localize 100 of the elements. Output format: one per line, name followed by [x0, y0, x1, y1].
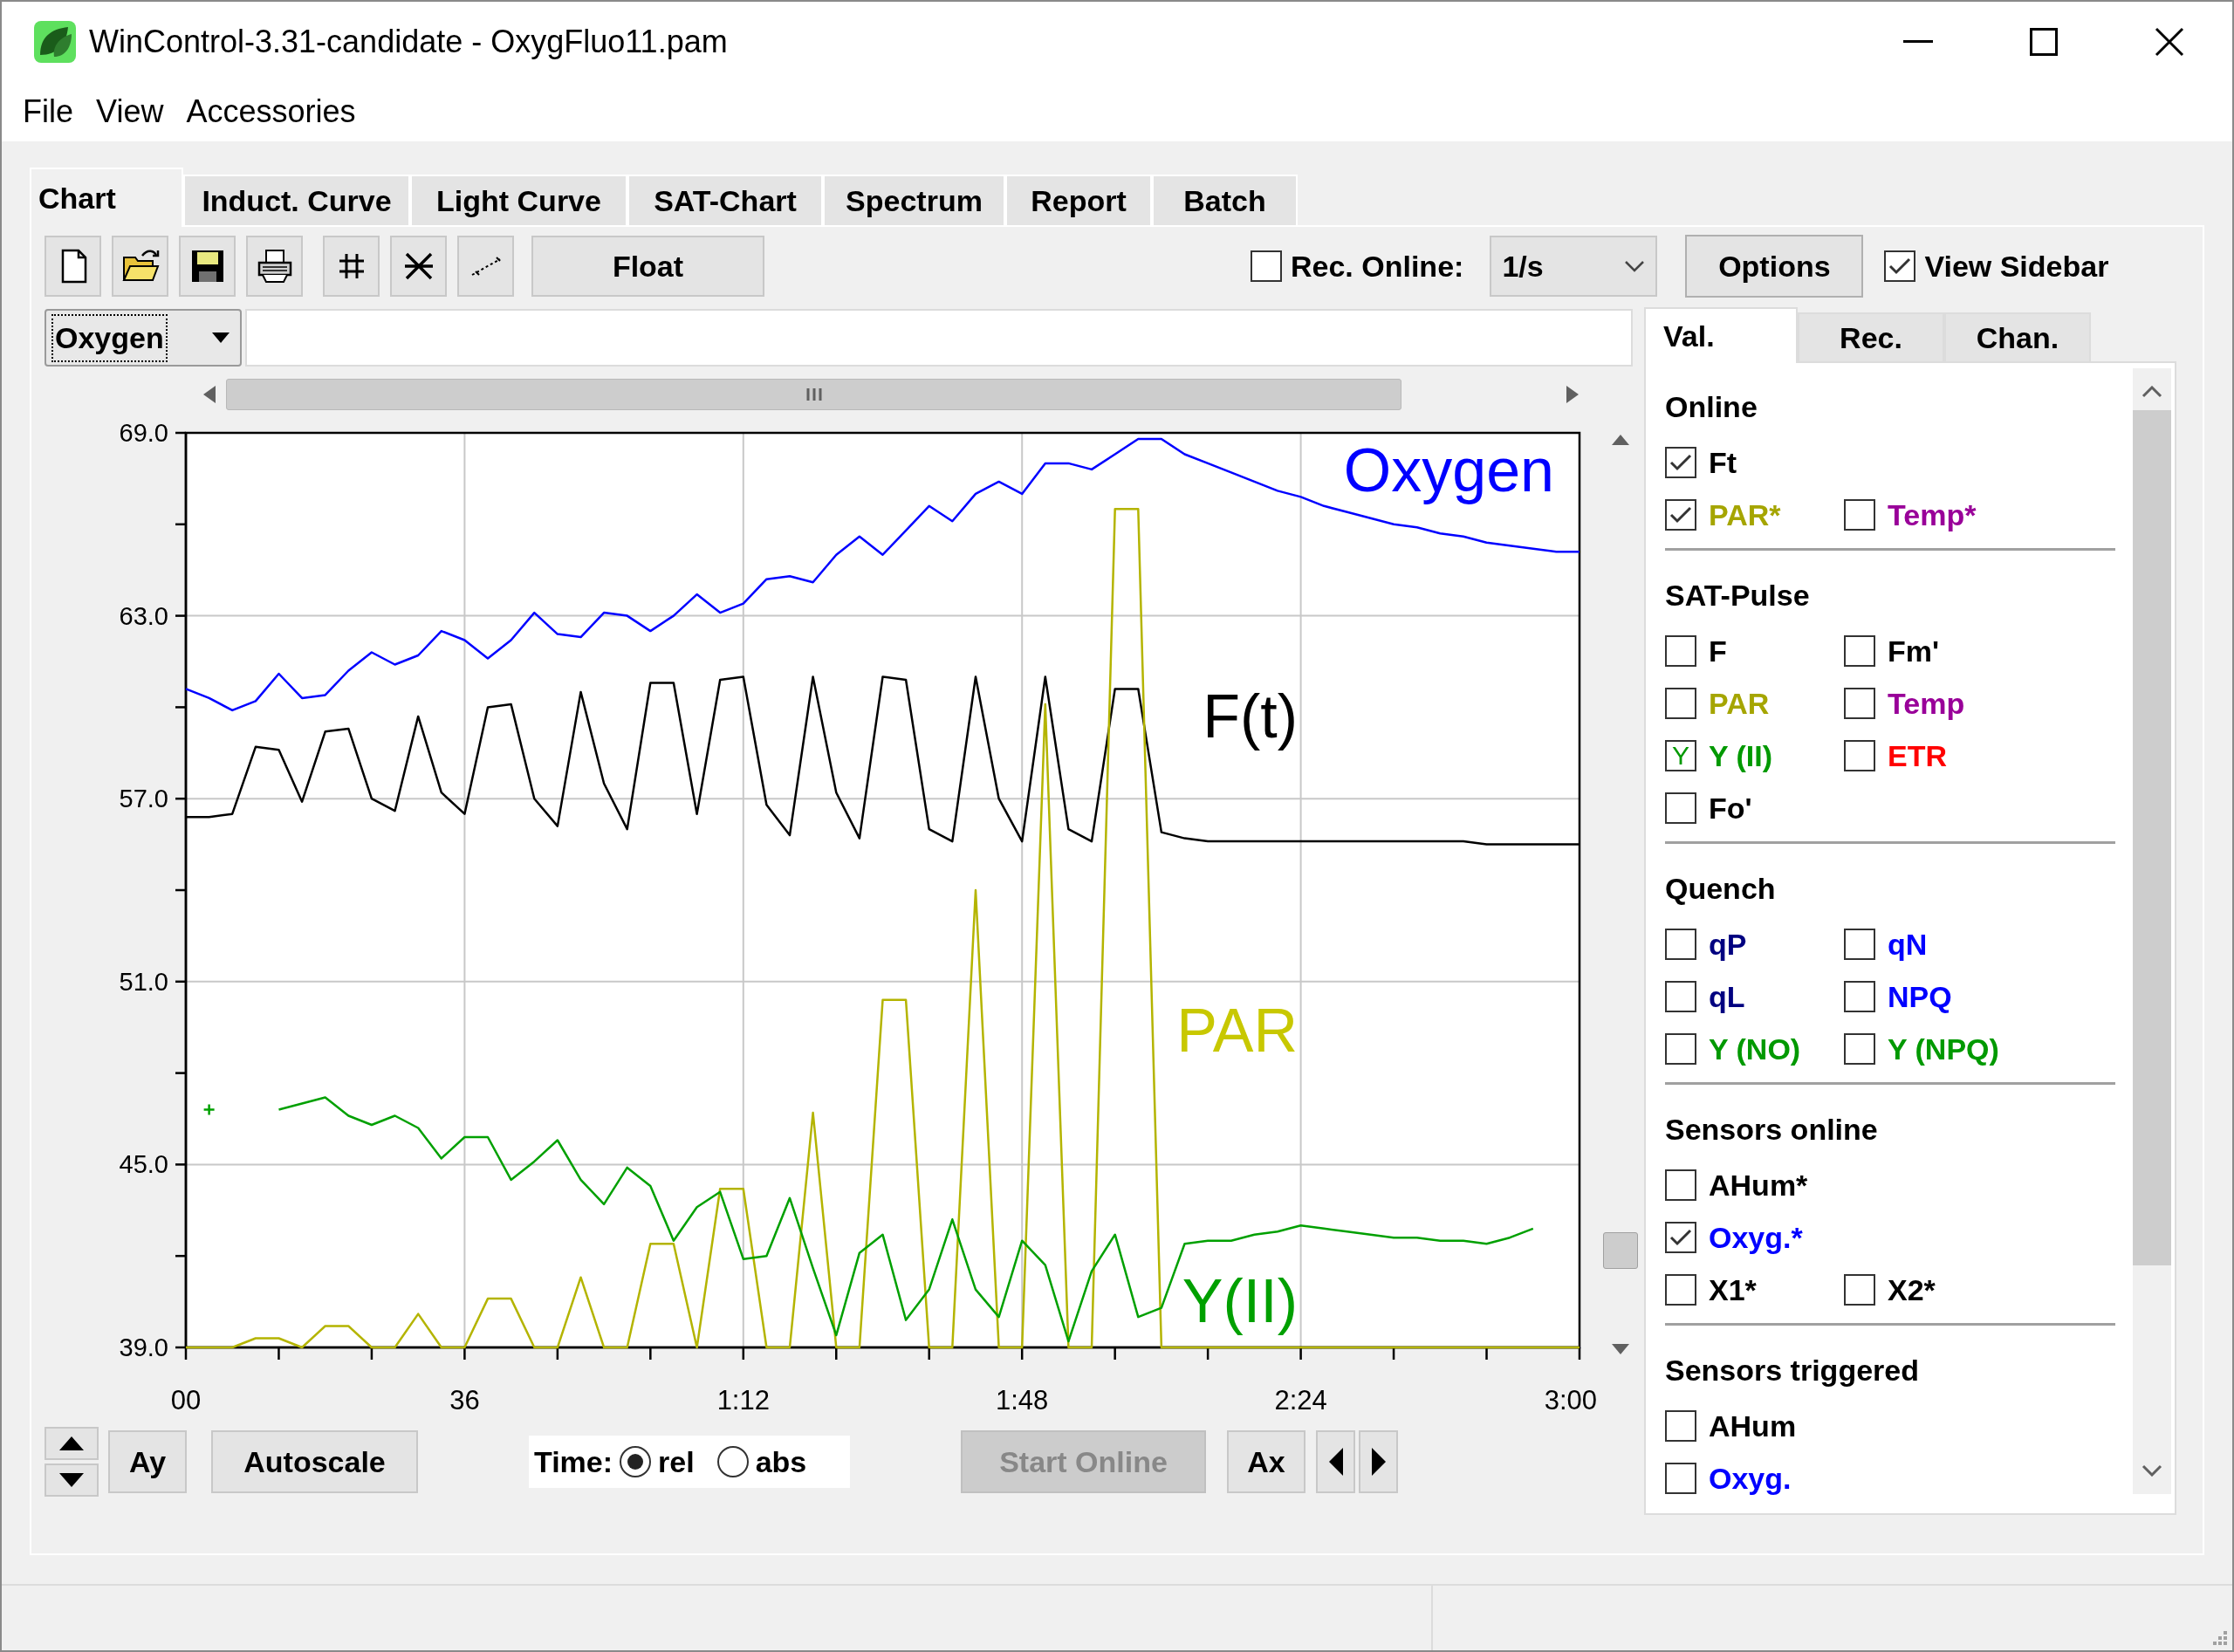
- checkbox-label: Oxyg.: [1709, 1460, 1792, 1497]
- scroll-left-button[interactable]: [1316, 1430, 1355, 1493]
- tab[interactable]: Rec.: [1798, 312, 1944, 361]
- grip-icon: [805, 388, 823, 401]
- radio-label: rel: [658, 1443, 695, 1480]
- checkbox[interactable]: [1665, 1169, 1696, 1201]
- checkbox[interactable]: [1665, 981, 1696, 1012]
- checkbox-label: View Sidebar: [1924, 248, 2109, 284]
- vertical-scrollbar[interactable]: [2133, 368, 2171, 1494]
- checkbox-label: Fo': [1709, 790, 1752, 826]
- tab[interactable]: Chan.: [1944, 312, 2091, 361]
- autoscale-button[interactable]: Autoscale: [211, 1430, 418, 1493]
- axis-label: 2:24: [1274, 1385, 1327, 1416]
- checkbox-label: qL: [1709, 978, 1745, 1015]
- checkbox[interactable]: [1844, 635, 1875, 667]
- toolbar-button[interactable]: [179, 236, 236, 297]
- checkbox[interactable]: [1665, 447, 1696, 478]
- checkbox-label: ETR: [1888, 737, 1947, 774]
- checkbox-label: qP: [1709, 926, 1747, 963]
- interval-dropdown[interactable]: 1/s: [1490, 236, 1658, 297]
- scrollbar-thumb[interactable]: [226, 379, 1401, 410]
- section-heading: Quench: [1665, 870, 1777, 907]
- scrollbar-thumb[interactable]: [2133, 410, 2171, 1265]
- checkbox[interactable]: [1844, 1274, 1875, 1306]
- checkbox[interactable]: [1844, 688, 1875, 719]
- checkbox[interactable]: [1665, 1463, 1696, 1494]
- triangle-down-icon: [58, 1471, 86, 1489]
- tab[interactable]: Report: [1005, 175, 1152, 225]
- checkbox[interactable]: [1665, 1274, 1696, 1306]
- tab[interactable]: Chart: [30, 168, 183, 227]
- checkbox[interactable]: [1665, 1033, 1696, 1065]
- triangle-up-icon: [58, 1435, 86, 1452]
- scroll-left-icon: [203, 386, 216, 403]
- tab[interactable]: Induct. Curve: [183, 175, 410, 225]
- checkbox-label: PAR: [1709, 685, 1770, 722]
- checkbox-label: Rec. Online:: [1291, 248, 1464, 284]
- scroll-up-icon: [1612, 435, 1629, 445]
- section-heading: Sensors online: [1665, 1111, 1879, 1148]
- ay-button[interactable]: Ay: [108, 1430, 187, 1493]
- ax-button[interactable]: Ax: [1227, 1430, 1305, 1493]
- toolbar-button[interactable]: [112, 236, 168, 297]
- options-button[interactable]: Options: [1685, 235, 1864, 298]
- radio-button[interactable]: [716, 1446, 749, 1477]
- checkbox-label: Fm': [1888, 633, 1940, 669]
- toolbar-button[interactable]: [45, 236, 101, 297]
- toolbar-button[interactable]: [390, 236, 447, 297]
- minimize-icon: [1903, 40, 1933, 44]
- checkbox[interactable]: [1665, 1222, 1696, 1253]
- checkbox-label: Y (II): [1709, 737, 1773, 774]
- checkbox-label: X2*: [1888, 1272, 1936, 1308]
- channel-dropdown[interactable]: Oxygen: [45, 309, 242, 367]
- menu-item[interactable]: Accessories: [184, 88, 358, 135]
- checkbox-label: NPQ: [1888, 978, 1952, 1015]
- checkbox-label: Ft: [1709, 444, 1737, 481]
- checkbox-label: Temp: [1888, 685, 1965, 722]
- toolbar-button[interactable]: [323, 236, 380, 297]
- checkbox[interactable]: [1665, 635, 1696, 667]
- radio-button[interactable]: [620, 1446, 652, 1477]
- menu-item[interactable]: File: [21, 88, 75, 135]
- series-label: Oxygen: [1343, 436, 1554, 504]
- checkbox[interactable]: [1844, 981, 1875, 1012]
- checkbox[interactable]: [1884, 250, 1916, 282]
- scrollbar-thumb[interactable]: [1603, 1232, 1638, 1269]
- scroll-up-icon: [2141, 386, 2162, 398]
- float-button[interactable]: Float: [531, 236, 764, 297]
- scale-down-button[interactable]: [45, 1463, 99, 1497]
- checkbox[interactable]: [1665, 499, 1696, 531]
- leaf-logo-icon: [33, 20, 77, 64]
- tab[interactable]: Spectrum: [823, 175, 1005, 225]
- tab[interactable]: Val.: [1644, 307, 1798, 363]
- tab[interactable]: Light Curve: [410, 175, 627, 225]
- caret-icon: [212, 332, 230, 343]
- checkbox[interactable]: [1844, 740, 1875, 771]
- checkmark-icon: [1669, 505, 1692, 524]
- checkbox-label: Temp*: [1888, 497, 1977, 533]
- tab[interactable]: SAT-Chart: [627, 175, 823, 225]
- checkbox[interactable]: [1665, 929, 1696, 960]
- series-label: F(t): [1203, 682, 1298, 751]
- scroll-right-button[interactable]: [1359, 1430, 1398, 1493]
- window-title: WinControl-3.31-candidate - OxygFluo11.pam: [89, 23, 728, 61]
- menu-item[interactable]: View: [94, 88, 166, 135]
- checkbox[interactable]: [1665, 1410, 1696, 1442]
- chart-title-field[interactable]: [245, 309, 1633, 367]
- checkbox[interactable]: [1665, 688, 1696, 719]
- checkbox[interactable]: [1844, 929, 1875, 960]
- checkbox[interactable]: [1665, 792, 1696, 824]
- checkbox-label: Y (NPQ): [1888, 1031, 1999, 1067]
- axis-label: 1:12: [716, 1385, 770, 1416]
- toolbar-button[interactable]: [246, 236, 303, 297]
- checkbox[interactable]: [1844, 1033, 1875, 1065]
- tab[interactable]: Batch: [1152, 175, 1298, 225]
- scale-up-button[interactable]: [45, 1427, 99, 1460]
- checkbox-label: F: [1709, 633, 1727, 669]
- checkbox[interactable]: [1251, 250, 1282, 282]
- checkbox[interactable]: [1844, 499, 1875, 531]
- checkbox-label: AHum: [1709, 1408, 1797, 1444]
- maximize-icon: [2030, 28, 2058, 56]
- chevron-down-icon: [1624, 260, 1646, 272]
- checkbox[interactable]: Y: [1665, 740, 1696, 771]
- checkmark-icon: [1669, 453, 1692, 472]
